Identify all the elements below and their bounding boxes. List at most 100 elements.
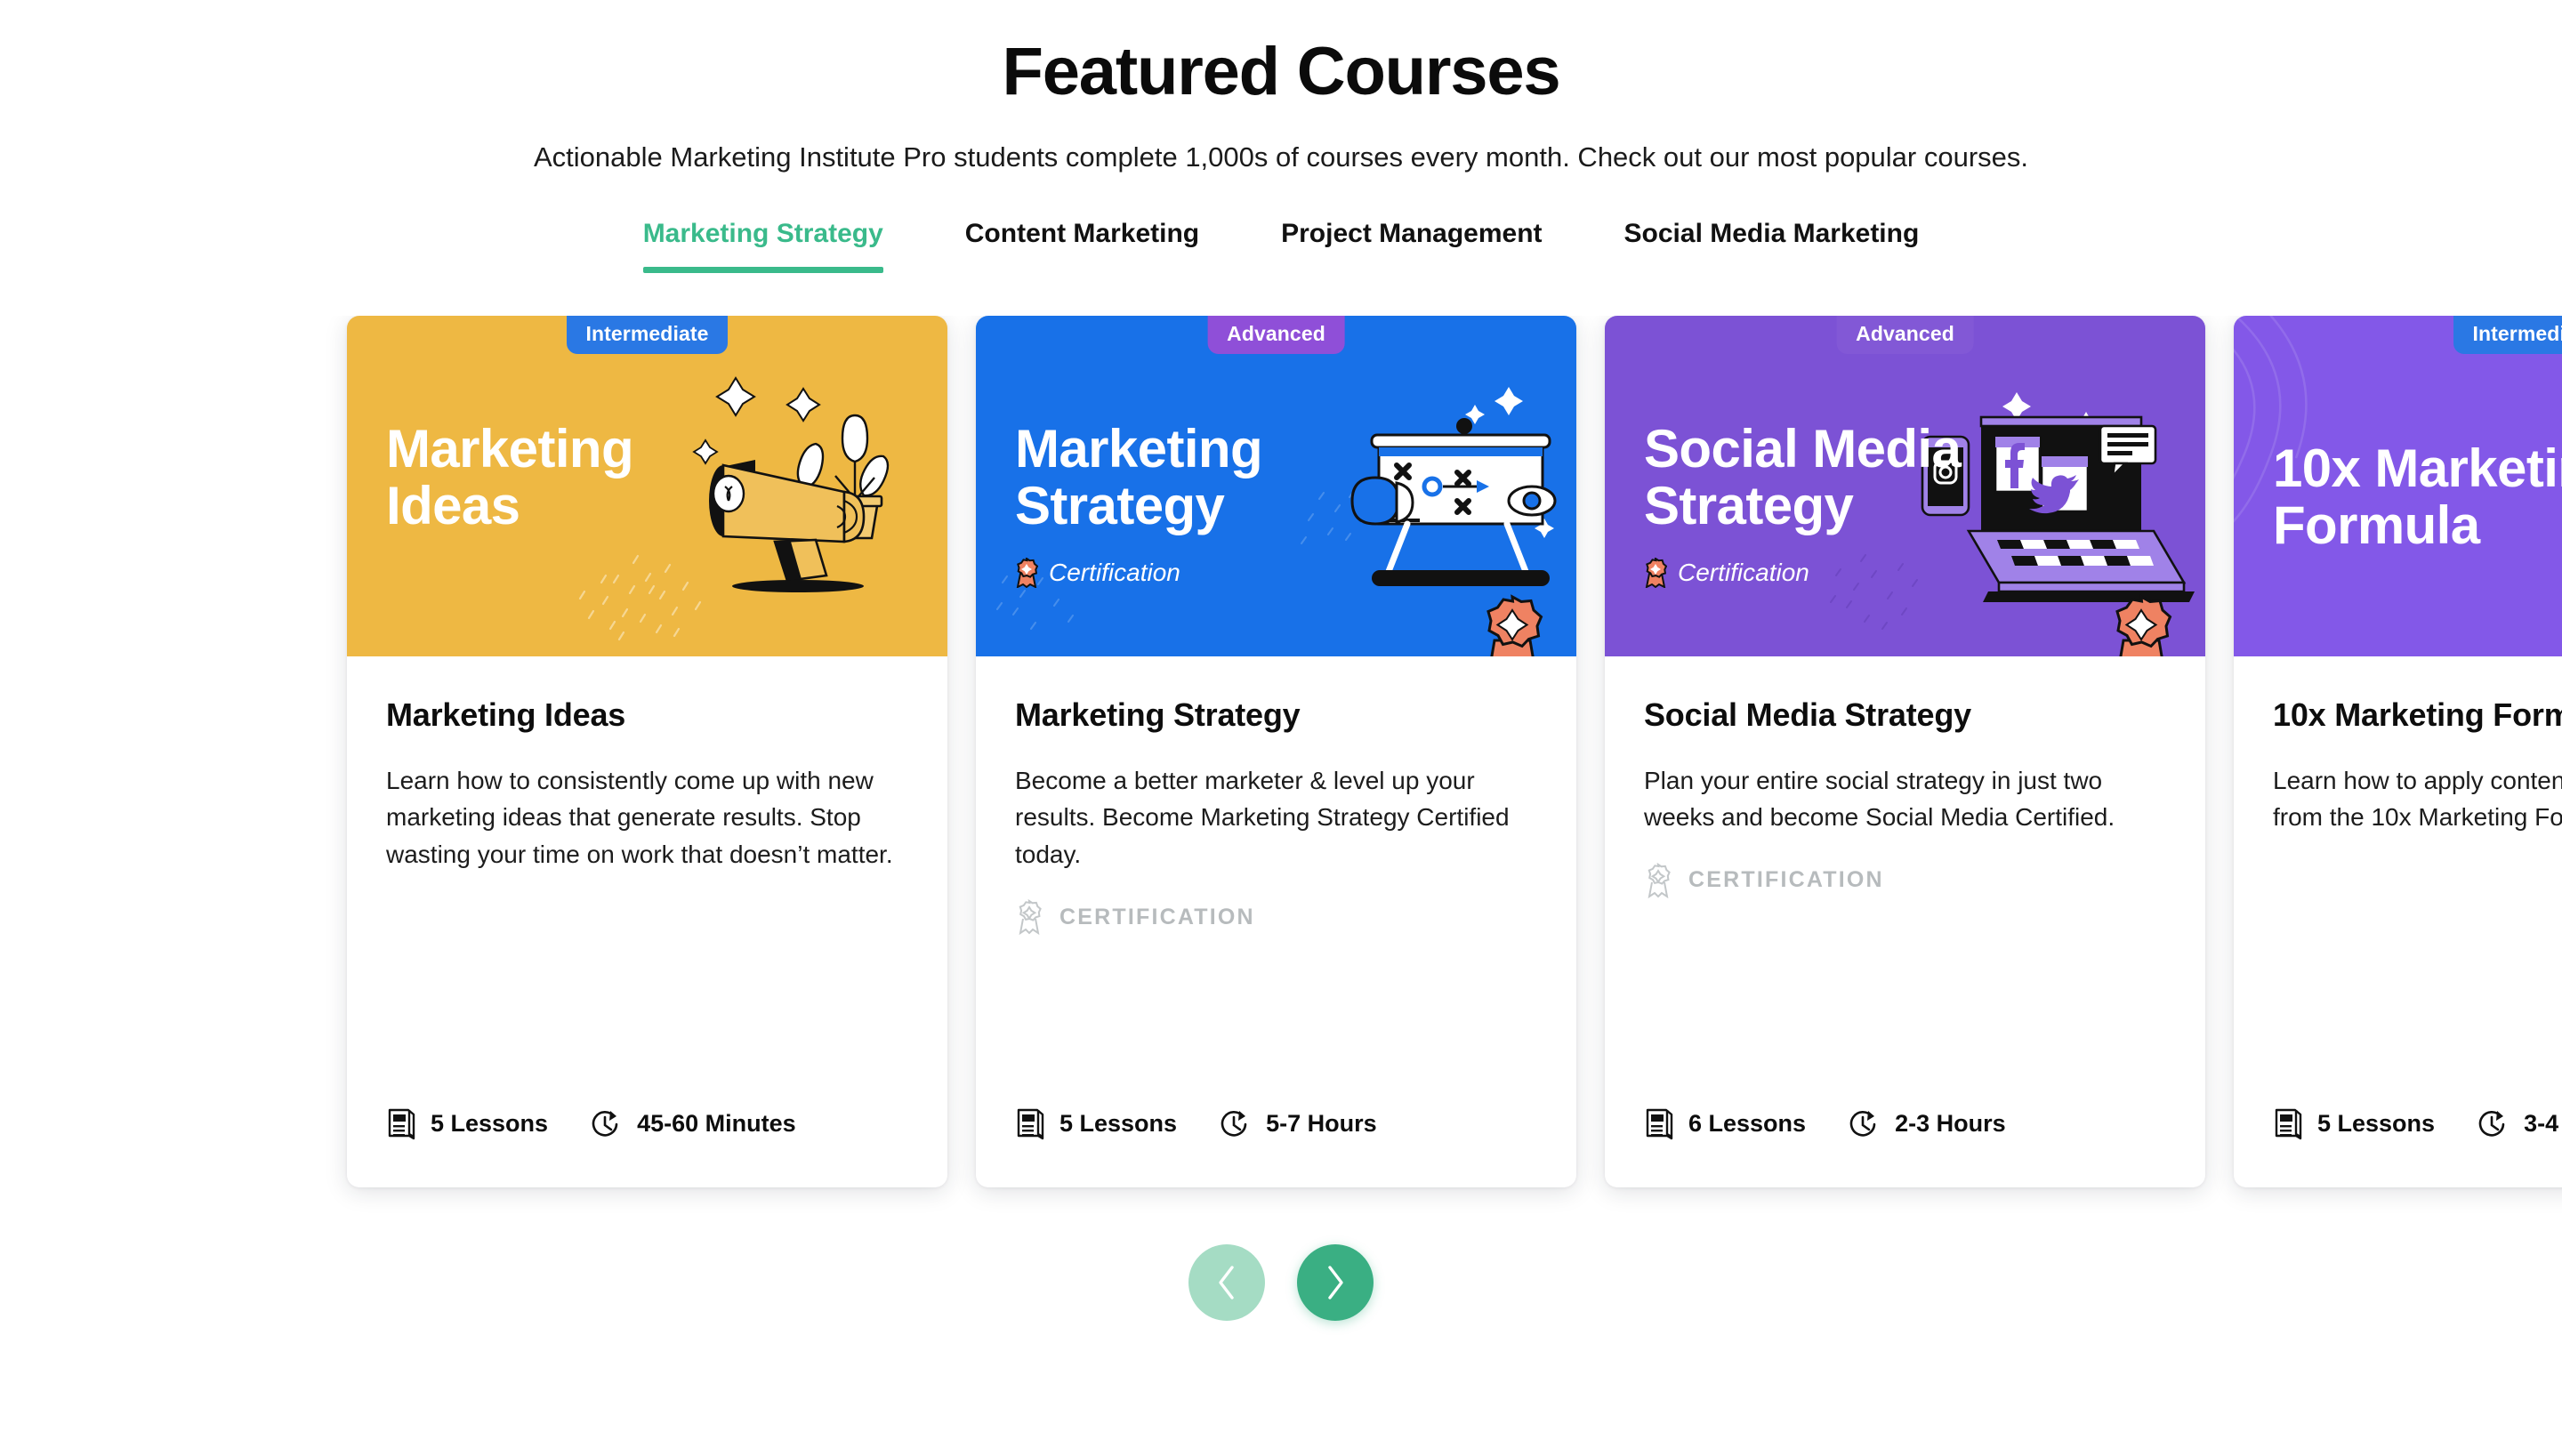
award-ribbon-outline-icon xyxy=(1019,899,1042,935)
award-ribbon-outline-icon xyxy=(1648,862,1671,898)
banner-title: Marketing Strategy xyxy=(1015,418,1263,536)
course-card[interactable]: Advanced xyxy=(1605,315,2205,1187)
tab-project-management[interactable]: Project Management xyxy=(1240,218,1583,273)
level-badge-label: Advanced xyxy=(1856,321,1954,345)
meta-lessons: 5 Lessons xyxy=(1015,1107,1177,1141)
certification-label: CERTIFICATION xyxy=(1688,867,1884,893)
card-meta: 6 Lessons 2-3 Hours xyxy=(1605,1107,2205,1187)
card-description: Learn how to consistently come up with n… xyxy=(386,766,893,868)
banner-title: Social Media Strategy xyxy=(1644,418,1962,536)
tab-label: Marketing Strategy xyxy=(642,218,883,248)
card-meta: 5 Lessons 5-7 Hours xyxy=(976,1107,1576,1187)
clock-icon xyxy=(2478,1110,2505,1137)
lessons-document-icon xyxy=(1017,1108,1044,1139)
certification-ribbon-icon xyxy=(1486,593,1543,656)
carousel-next-button[interactable] xyxy=(1297,1243,1374,1321)
card-banner: Intermediate 10x Marketing Formula xyxy=(2234,315,2562,656)
banner-title: 10x Marketing Formula xyxy=(2273,438,2562,556)
carousel-track: Intermediate Marketing Ideas Marketing I… xyxy=(347,315,2562,1187)
level-badge: Intermediate xyxy=(566,315,729,354)
card-description: Plan your entire social strategy in just… xyxy=(1644,766,2115,832)
banner-title: Marketing Ideas xyxy=(386,418,634,536)
carousel-prev-button[interactable] xyxy=(1188,1243,1265,1321)
card-description: Become a better marketer & level up your… xyxy=(1015,766,1510,868)
banner-certification-label: Certification xyxy=(1049,558,1180,586)
sparkle-icon xyxy=(786,386,821,422)
course-card[interactable]: Intermediate 10x Marketing Formula 10x M… xyxy=(2234,315,2562,1187)
duration-value: 5-7 Hours xyxy=(1266,1110,1377,1137)
duration-value: 3-4 Hours xyxy=(2524,1110,2562,1137)
meta-duration: 45-60 Minutes xyxy=(589,1107,796,1141)
lessons-document-icon xyxy=(2275,1108,2302,1139)
award-ribbon-icon xyxy=(1645,557,1667,588)
carousel-navigation xyxy=(0,1243,2562,1321)
certification-row: CERTIFICATION xyxy=(1644,862,2166,898)
level-badge-label: Intermediate xyxy=(585,321,709,345)
laptop-screen xyxy=(1979,415,2157,531)
tab-label: Social Media Marketing xyxy=(1623,218,1920,248)
card-title: Marketing Ideas xyxy=(386,696,626,733)
meta-lessons: 6 Lessons xyxy=(1644,1107,1806,1141)
clock-icon xyxy=(1221,1110,1247,1137)
lessons-count: 5 Lessons xyxy=(431,1110,549,1137)
banner-certification: Certification xyxy=(1644,557,1809,588)
sparkle-icon xyxy=(715,375,756,417)
section-header: Featured Courses Actionable Marketing In… xyxy=(0,0,2562,177)
chevron-left-icon xyxy=(1219,1265,1234,1299)
lessons-document-icon xyxy=(1646,1108,1673,1139)
award-ribbon-icon xyxy=(1016,557,1038,588)
tab-label: Project Management xyxy=(1281,218,1543,248)
tab-label: Content Marketing xyxy=(964,218,1200,248)
level-badge: Advanced xyxy=(1836,315,1974,354)
card-body: 10x Marketing Formula Learn how to apply… xyxy=(2234,656,2562,1107)
meta-duration: 5-7 Hours xyxy=(1218,1107,1377,1141)
chevron-right-icon xyxy=(1328,1265,1343,1299)
card-meta: 5 Lessons 45-60 Minutes xyxy=(347,1107,947,1187)
meta-lessons: 5 Lessons xyxy=(2273,1107,2435,1141)
meta-lessons: 5 Lessons xyxy=(386,1107,548,1141)
meta-duration: 3-4 Hours xyxy=(2476,1107,2562,1141)
card-body: Marketing Strategy Become a better marke… xyxy=(976,656,1576,1107)
card-title: Social Media Strategy xyxy=(1644,696,1971,733)
clock-icon xyxy=(1849,1110,1876,1137)
card-body: Social Media Strategy Plan your entire s… xyxy=(1605,656,2205,1107)
card-title: 10x Marketing Formula xyxy=(2273,696,2562,733)
level-badge: Intermediate xyxy=(2453,315,2562,354)
certification-row: CERTIFICATION xyxy=(1015,899,1537,935)
page-subtitle: Actionable Marketing Institute Pro stude… xyxy=(533,141,2029,173)
clock-icon xyxy=(592,1110,618,1137)
duration-value: 2-3 Hours xyxy=(1895,1110,2006,1137)
page-title: Featured Courses xyxy=(1002,34,1561,109)
course-card[interactable]: Intermediate Marketing Ideas Marketing I… xyxy=(347,315,947,1187)
tab-marketing-strategy[interactable]: Marketing Strategy xyxy=(602,218,924,273)
card-meta: 5 Lessons 3-4 Hours xyxy=(2234,1107,2562,1187)
card-title: Marketing Strategy xyxy=(1015,696,1301,733)
certification-ribbon-icon xyxy=(2115,593,2172,656)
card-banner: Advanced xyxy=(1605,315,2205,656)
category-tabs: Marketing Strategy Content Marketing Pro… xyxy=(0,218,2562,273)
laptop-keyboard xyxy=(1966,529,2195,602)
card-body: Marketing Ideas Learn how to consistentl… xyxy=(347,656,947,1107)
banner-certification-label: Certification xyxy=(1678,558,1809,586)
level-badge: Advanced xyxy=(1207,315,1345,354)
card-banner: Advanced xyxy=(976,315,1576,656)
course-carousel: Intermediate Marketing Ideas Marketing I… xyxy=(0,315,2562,1250)
level-badge-label: Intermediate xyxy=(2472,321,2562,345)
card-description: Learn how to apply content marketing les… xyxy=(2273,766,2562,832)
tab-content-marketing[interactable]: Content Marketing xyxy=(924,218,1240,273)
sparkle-icon xyxy=(1494,386,1523,415)
certification-label: CERTIFICATION xyxy=(1059,904,1255,929)
lessons-count: 5 Lessons xyxy=(2317,1110,2436,1137)
course-card[interactable]: Advanced xyxy=(976,315,1576,1187)
lessons-document-icon xyxy=(388,1108,415,1139)
card-banner: Intermediate Marketing Ideas xyxy=(347,315,947,656)
lessons-count: 5 Lessons xyxy=(1059,1110,1178,1137)
duration-value: 45-60 Minutes xyxy=(637,1110,796,1137)
lessons-count: 6 Lessons xyxy=(1688,1110,1807,1137)
meta-duration: 2-3 Hours xyxy=(1847,1107,2006,1141)
tab-active-underline xyxy=(642,266,883,273)
level-badge-label: Advanced xyxy=(1227,321,1325,345)
tab-social-media-marketing[interactable]: Social Media Marketing xyxy=(1583,218,1961,273)
featured-courses-page: Featured Courses Actionable Marketing In… xyxy=(0,0,2562,1456)
banner-certification: Certification xyxy=(1015,557,1180,588)
